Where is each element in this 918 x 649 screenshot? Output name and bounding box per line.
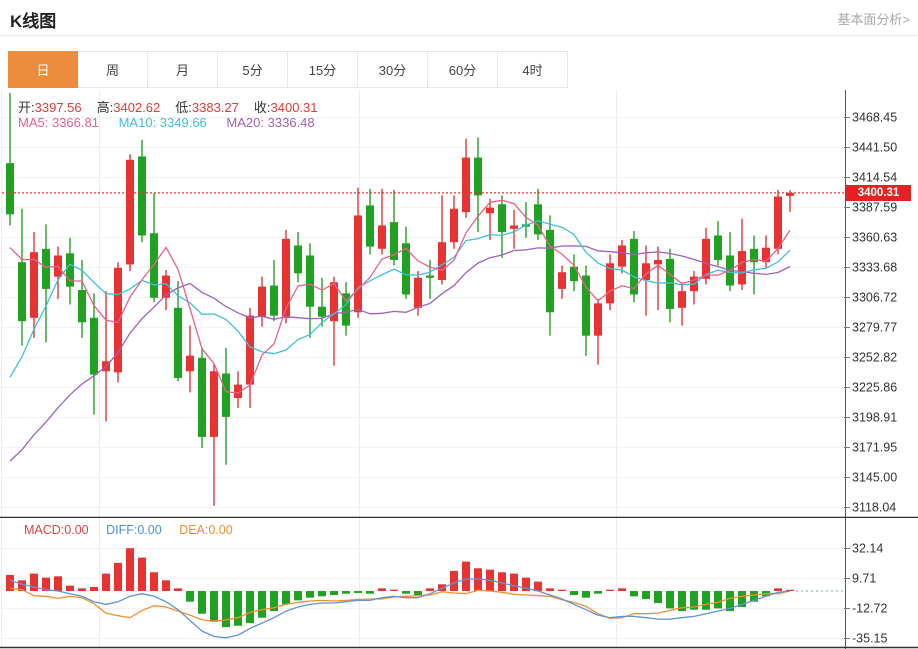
tab-period-6[interactable]: 60分 (428, 51, 498, 88)
candles-layer (6, 93, 794, 506)
fundamental-analysis-link[interactable]: 基本面分析> (837, 9, 910, 28)
svg-text:-35.15: -35.15 (852, 632, 887, 646)
svg-text:9.71: 9.71 (852, 572, 876, 586)
tab-period-7[interactable]: 4时 (498, 51, 568, 88)
period-tabs: 日周月5分15分30分60分4时 (8, 51, 568, 88)
tab-period-3[interactable]: 5分 (218, 51, 288, 88)
svg-text:3198.91: 3198.91 (852, 411, 897, 425)
svg-text:3171.95: 3171.95 (852, 441, 897, 455)
macd-bars (6, 548, 794, 627)
svg-text:3306.72: 3306.72 (852, 291, 897, 305)
svg-text:-12.72: -12.72 (852, 602, 887, 616)
candlestick-chart[interactable]: 3468.45 3441.50 3414.54 3387.59 3360.63 3333.… (0, 90, 918, 518)
page-header: K线图 基本面分析> (0, 0, 918, 36)
macd-chart[interactable]: 32.14 9.71 -12.72 -35.15 (0, 518, 918, 649)
svg-text:32.14: 32.14 (852, 542, 883, 556)
macd-y-axis: 32.14 9.71 -12.72 -35.15 (844, 518, 887, 649)
kline-page: K线图 基本面分析> 日周月5分15分30分60分4时 3468.45 3441.… (0, 0, 918, 649)
main-y-axis: 3468.45 3441.50 3414.54 3387.59 3360.63 3333.… (844, 90, 897, 518)
svg-text:3441.50: 3441.50 (852, 141, 897, 155)
tab-period-5[interactable]: 30分 (358, 51, 428, 88)
svg-text:3145.00: 3145.00 (852, 471, 897, 485)
page-title: K线图 (10, 7, 56, 32)
tab-period-2[interactable]: 月 (148, 51, 218, 88)
svg-text:3414.54: 3414.54 (852, 171, 897, 185)
tab-period-0[interactable]: 日 (8, 51, 78, 88)
tab-period-1[interactable]: 周 (78, 51, 148, 88)
svg-text:3225.86: 3225.86 (852, 381, 897, 395)
svg-text:3387.59: 3387.59 (852, 201, 897, 215)
chart-area: 3468.45 3441.50 3414.54 3387.59 3360.63 3333.… (0, 0, 918, 649)
svg-text:3279.77: 3279.77 (852, 321, 897, 335)
svg-text:3468.45: 3468.45 (852, 111, 897, 125)
main-grid-layer (2, 90, 846, 518)
svg-text:3360.63: 3360.63 (852, 231, 897, 245)
svg-text:3333.68: 3333.68 (852, 261, 897, 275)
svg-text:3252.82: 3252.82 (852, 351, 897, 365)
tab-period-4[interactable]: 15分 (288, 51, 358, 88)
svg-text:3118.04: 3118.04 (852, 501, 896, 515)
